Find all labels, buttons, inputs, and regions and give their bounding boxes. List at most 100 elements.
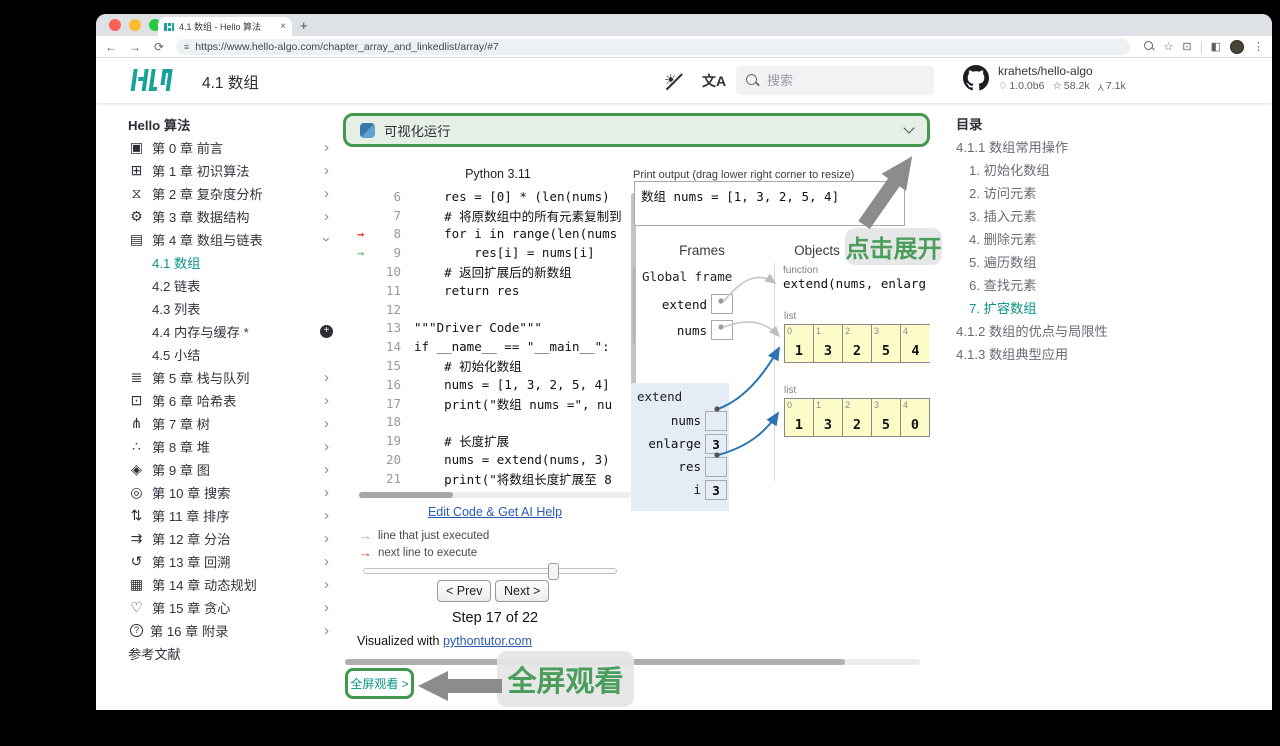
sidebar-item[interactable]: ▣ 第 0 章 前言 › <box>128 136 333 159</box>
toc-item[interactable]: 4. 删除元素 <box>956 228 1166 251</box>
toc-item[interactable]: 4.1.3 数组典型应用 <box>956 343 1166 366</box>
code-horizontal-scrollbar[interactable] <box>359 492 631 498</box>
toc-item[interactable]: 7. 扩容数组 <box>956 297 1166 320</box>
side-panel-icon[interactable]: ◧ <box>1211 40 1221 53</box>
sidebar-item-label: 第 7 章 树 <box>152 417 210 432</box>
sidebar-nav: Hello 算法 ▣ 第 0 章 前言 › ⊞ 第 1 章 初识算法 › ⧖ 第 2 章 复杂度… <box>128 113 335 665</box>
translate-icon[interactable]: 文A <box>702 71 726 91</box>
zoom-icon[interactable] <box>1143 41 1155 52</box>
pythontutor-link[interactable]: pythontutor.com <box>443 634 532 648</box>
sidebar-subitem[interactable]: 4.4 内存与缓存 * + <box>128 320 333 343</box>
toc-item[interactable]: 1. 初始化数组 <box>956 159 1166 182</box>
step-slider[interactable] <box>363 563 617 580</box>
new-tab-button[interactable]: + <box>300 18 308 33</box>
next-button[interactable]: Next > <box>495 580 550 602</box>
sidebar-subitem[interactable]: 4.2 链表 <box>128 274 333 297</box>
toc-item[interactable]: 4.1.2 数组的优点与局限性 <box>956 320 1166 343</box>
slider-knob[interactable] <box>547 563 559 580</box>
sidebar-item-label: 第 0 章 前言 <box>152 141 224 156</box>
code-line: 20 nums = extend(nums, 3) <box>357 450 622 469</box>
sidebar-item[interactable]: ◎ 第 10 章 搜索 › <box>128 481 333 504</box>
sidebar-item[interactable]: ▦ 第 14 章 动态规划 › <box>128 573 333 596</box>
line-number: 12 <box>385 301 401 317</box>
sidebar-item[interactable]: ♡ 第 15 章 贪心 › <box>128 596 333 619</box>
sidebar-subitem[interactable]: 4.1 数组 <box>128 251 333 274</box>
toc-item[interactable]: 4.1.1 数组常用操作 <box>956 136 1166 159</box>
fullscreen-hint-label: 全屏观看 <box>497 651 634 707</box>
repo-stat-value: 7.1k <box>1105 80 1126 92</box>
legend-row: → next line to execute <box>359 544 489 561</box>
frame-variable-row: enlarge 3 <box>637 432 727 455</box>
sidebar-item[interactable]: Hello 算法 <box>128 113 333 136</box>
site-info-icon[interactable]: ≡ <box>184 42 189 52</box>
greedy-icon: ♡ <box>130 599 143 615</box>
star-icon: ☆ <box>1052 80 1062 92</box>
sidebar-item-label: 第 1 章 初识算法 <box>152 164 250 179</box>
back-icon[interactable]: ← <box>104 40 118 54</box>
code-line: 18 <box>357 413 622 432</box>
sidebar-item-label: 第 4 章 数组与链表 <box>152 233 263 248</box>
sidebar-item[interactable]: ◈ 第 9 章 图 › <box>128 458 333 481</box>
line-number: 19 <box>385 433 401 449</box>
repo-stat-value: 58.2k <box>1063 80 1090 92</box>
line-number: 18 <box>385 414 401 430</box>
toolbar-right: ☆ ⊡ ◧ ⋮ <box>1143 39 1264 54</box>
sidebar-item-label: 第 12 章 分治 <box>152 532 231 547</box>
repo-stat-value: 1.0.0b6 <box>1009 80 1045 92</box>
close-window-button[interactable] <box>109 19 121 31</box>
browser-tab[interactable]: 4.1 数组 - Hello 算法 × <box>158 17 292 36</box>
repo-card[interactable]: krahets/hello-algo ♢ 1.0.0b6 ☆ 58.2k Y 7.1k <box>963 64 1126 92</box>
prev-button[interactable]: < Prev <box>437 580 492 602</box>
toc-item[interactable]: 5. 遍历数组 <box>956 251 1166 274</box>
minimize-window-button[interactable] <box>129 19 141 31</box>
sidebar-item-label: 4.1 数组 <box>152 256 201 271</box>
graph-icon: ◈ <box>131 461 142 477</box>
sidebar-item[interactable]: ▤ 第 4 章 数组与链表 › <box>128 228 335 251</box>
cell-index: 4 <box>903 400 909 410</box>
bookmark-star-icon[interactable]: ☆ <box>1164 40 1174 53</box>
github-icon <box>963 65 989 91</box>
reload-icon[interactable]: ⟳ <box>152 40 166 54</box>
code-text: """Driver Code""" <box>414 320 542 336</box>
visual-run-panel: 可视化运行 Python 3.11 6 res = [0] * (len(num… <box>343 113 930 657</box>
print-output[interactable]: 数组 nums = [1, 3, 2, 5, 4] <box>634 181 905 226</box>
sidebar-item[interactable]: ⇉ 第 12 章 分治 › <box>128 527 333 550</box>
toolbar-divider <box>1200 40 1202 53</box>
traffic-lights[interactable] <box>109 19 161 31</box>
green-arrow-icon: → <box>359 528 372 543</box>
sidebar-subitem[interactable]: 4.5 小结 <box>128 343 333 366</box>
extensions-icon[interactable]: ⊡ <box>1182 40 1191 53</box>
sidebar-subitem[interactable]: 4.3 列表 <box>128 297 333 320</box>
sidebar-item[interactable]: ↺ 第 13 章 回溯 › <box>128 550 333 573</box>
url-bar[interactable]: ≡ https://www.hello-algo.com/chapter_arr… <box>176 38 1130 55</box>
menu-dots-icon[interactable]: ⋮ <box>1253 40 1264 53</box>
divide-conquer-icon: ⇉ <box>130 530 143 546</box>
tab-close-icon[interactable]: × <box>280 21 286 32</box>
code-line: 10 # 返回扩展后的新数组 <box>357 262 622 281</box>
edit-code-link[interactable]: Edit Code & Get AI Help <box>359 505 631 519</box>
forward-icon[interactable]: → <box>128 40 142 54</box>
sidebar-item[interactable]: 参考文献 <box>128 642 333 665</box>
sidebar-item[interactable]: ⊡ 第 6 章 哈希表 › <box>128 389 333 412</box>
profile-avatar[interactable] <box>1230 39 1244 54</box>
sidebar-item[interactable]: ⧖ 第 2 章 复杂度分析 › <box>128 182 333 205</box>
search-box[interactable] <box>736 66 934 95</box>
sidebar-item[interactable]: ⋔ 第 7 章 树 › <box>128 412 333 435</box>
toc-item[interactable]: 3. 插入元素 <box>956 205 1166 228</box>
search-input[interactable] <box>767 73 917 88</box>
sidebar-item[interactable]: ⇅ 第 11 章 排序 › <box>128 504 333 527</box>
python-icon <box>360 122 375 138</box>
toc-item[interactable]: 6. 查找元素 <box>956 274 1166 297</box>
fullscreen-link[interactable]: 全屏观看 > <box>350 675 408 692</box>
visual-run-header[interactable]: 可视化运行 <box>343 113 930 147</box>
sidebar-item[interactable]: ? 第 16 章 附录 › <box>128 619 333 642</box>
chevron-right-icon: › <box>324 208 329 225</box>
sidebar-item[interactable]: ⚙ 第 3 章 数据结构 › <box>128 205 333 228</box>
sidebar-item[interactable]: ⊞ 第 1 章 初识算法 › <box>128 159 333 182</box>
sidebar-item[interactable]: ≣ 第 5 章 栈与队列 › <box>128 366 333 389</box>
list-cell: 35 <box>872 399 901 436</box>
toc-item[interactable]: 2. 访问元素 <box>956 182 1166 205</box>
sidebar-item[interactable]: ∴ 第 8 章 堆 › <box>128 435 333 458</box>
hello-algo-logo[interactable] <box>130 67 176 94</box>
theme-toggle-icon[interactable]: ☀ <box>664 71 684 91</box>
